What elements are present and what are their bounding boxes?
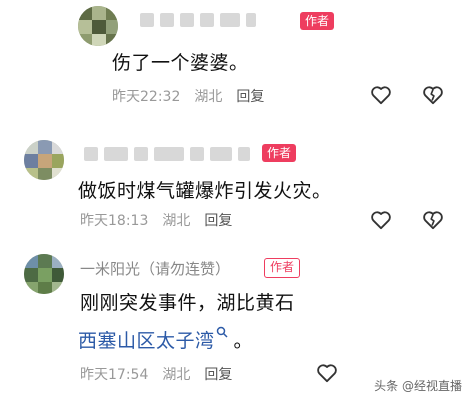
comment-meta: 昨天18:13 湖北 回复 <box>80 210 232 230</box>
comment-time: 昨天18:13 <box>80 213 149 229</box>
comment-text: 伤了一个婆婆。 <box>112 52 249 74</box>
comment-1: 作者 伤了一个婆婆。 昨天22:32 湖北 回复 <box>0 0 470 120</box>
comment-time: 昨天17:54 <box>80 367 149 383</box>
author-badge: 作者 <box>264 258 301 278</box>
search-icon[interactable] <box>216 326 228 338</box>
username-blurred[interactable] <box>140 12 256 28</box>
avatar[interactable] <box>24 254 64 294</box>
reply-button[interactable]: 回复 <box>204 210 232 230</box>
comment-text-line1: 刚刚突发事件，湖比黄石 <box>80 292 295 314</box>
comment-text: 做饭时煤气罐爆炸引发火灾。 <box>78 180 332 202</box>
avatar[interactable] <box>78 6 118 46</box>
username[interactable]: 一米阳光（请勿连赞） <box>80 258 230 279</box>
heart-outline-icon[interactable] <box>316 363 338 383</box>
author-badge: 作者 <box>300 12 335 30</box>
watermark: 头条 @经视直播 <box>374 377 462 394</box>
watermark-text: 头条 @经视直播 <box>374 379 462 393</box>
comment-location: 湖北 <box>194 89 223 105</box>
reply-button[interactable]: 回复 <box>236 86 264 106</box>
broken-heart-icon[interactable] <box>422 210 444 230</box>
comment-2: 作者 做饭时煤气罐爆炸引发火灾。 昨天18:13 湖北 回复 <box>0 130 470 250</box>
comment-text-line2: 西塞山区太子湾。 <box>78 326 253 353</box>
username-blurred[interactable] <box>84 146 250 162</box>
broken-heart-icon[interactable] <box>422 85 444 105</box>
author-badge: 作者 <box>262 144 297 162</box>
comment-location: 湖北 <box>162 213 191 229</box>
comment-location: 湖北 <box>162 367 191 383</box>
comment-meta: 昨天22:32 湖北 回复 <box>112 86 264 106</box>
comment-time: 昨天22:32 <box>112 89 181 105</box>
reply-button[interactable]: 回复 <box>204 364 232 384</box>
heart-outline-icon[interactable] <box>370 85 392 105</box>
heart-outline-icon[interactable] <box>370 210 392 230</box>
comment-text-end: 。 <box>233 330 254 352</box>
location-link[interactable]: 西塞山区太子湾 <box>78 330 215 352</box>
avatar[interactable] <box>24 140 64 180</box>
comment-meta: 昨天17:54 湖北 回复 <box>80 364 232 384</box>
